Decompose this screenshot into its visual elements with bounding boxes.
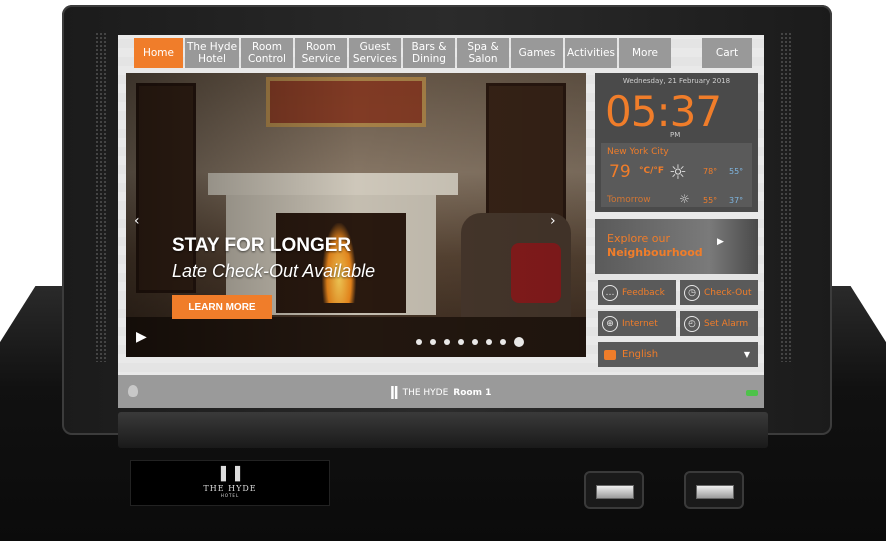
speaker-grille-left — [95, 32, 107, 362]
carousel-dot-active[interactable] — [514, 337, 524, 347]
dock-logo-plate: ▌▐ THE HYDE HOTEL — [130, 460, 330, 506]
weather-widget[interactable]: New York City 79 °C/°F ☼ 78° 55° Tomorro… — [601, 143, 752, 207]
weather-tomorrow-label: Tomorrow — [607, 195, 651, 205]
carousel-dot[interactable] — [458, 339, 464, 345]
weather-units-toggle[interactable]: °C/°F — [639, 166, 664, 176]
status-brand-name: THE HYDE — [402, 387, 449, 398]
carousel-dot[interactable] — [416, 339, 422, 345]
weather-today-low: 55° — [729, 167, 744, 176]
clock-meridiem: PM — [670, 131, 681, 139]
tab-bars-dining[interactable]: Bars & Dining — [403, 38, 455, 68]
clock-time: 05:37 — [605, 87, 722, 136]
internet-button[interactable]: ⊕ Internet — [598, 311, 676, 336]
carousel-dot[interactable] — [486, 339, 492, 345]
weather-city: New York City — [607, 147, 669, 157]
hero-headline: STAY FOR LONGER — [172, 235, 352, 256]
main-nav: Home The Hyde Hotel Room Control Room Se… — [134, 38, 752, 68]
set-alarm-button[interactable]: ◴ Set Alarm — [680, 311, 758, 336]
carousel-dot[interactable] — [430, 339, 436, 345]
tab-hotel[interactable]: The Hyde Hotel — [185, 38, 239, 68]
carousel-dot[interactable] — [472, 339, 478, 345]
language-selected: English — [622, 349, 659, 360]
hyde-logo-icon: ▌▐ — [221, 467, 240, 482]
weather-tomorrow-high: 55° — [703, 196, 718, 205]
tab-activities[interactable]: Activities — [565, 38, 617, 68]
clock-icon: ◷ — [684, 284, 700, 301]
plate-brand: THE HYDE — [203, 484, 257, 493]
tab-home[interactable]: Home — [134, 38, 183, 68]
speaker-grille-right — [780, 32, 792, 362]
sun-icon: ☼ — [679, 192, 690, 206]
plate-sub: HOTEL — [220, 493, 240, 498]
weather-tomorrow-low: 37° — [729, 196, 744, 205]
tab-games[interactable]: Games — [511, 38, 563, 68]
explore-neighbourhood-tile[interactable]: Explore our Neighbourhood ▶ — [595, 219, 758, 274]
clock-date: Wednesday, 21 February 2018 — [622, 77, 731, 85]
carousel-next-icon[interactable]: › — [550, 213, 556, 229]
set-alarm-label: Set Alarm — [704, 318, 749, 329]
tab-guest-services[interactable]: Guest Services — [349, 38, 401, 68]
tab-more[interactable]: More — [619, 38, 671, 68]
tab-room-service[interactable]: Room Service — [295, 38, 347, 68]
play-icon: ▶ — [717, 237, 724, 247]
usb-port-2 — [684, 471, 744, 509]
tab-room-control[interactable]: Room Control — [241, 38, 293, 68]
learn-more-button[interactable]: LEARN MORE — [172, 295, 272, 319]
language-icon — [604, 349, 616, 360]
carousel-dot[interactable] — [500, 339, 506, 345]
status-bar: ǁ THE HYDE Room 1 — [118, 375, 764, 408]
status-brand: ǁ THE HYDE Room 1 — [390, 385, 491, 400]
language-select[interactable]: English ▼ — [598, 342, 758, 367]
feedback-button[interactable]: … Feedback — [598, 280, 676, 305]
explore-line1: Explore our — [607, 232, 670, 245]
tab-cart[interactable]: Cart — [702, 38, 752, 68]
usb-port-1 — [584, 471, 644, 509]
globe-icon: ⊕ — [602, 315, 618, 332]
weather-current-temp: 79 — [609, 162, 631, 182]
clock-widget: Wednesday, 21 February 2018 05:37 PM New… — [595, 73, 758, 212]
status-room: Room 1 — [453, 387, 492, 398]
tablet-screen: Home The Hyde Hotel Room Control Room Se… — [118, 35, 764, 408]
weather-today-high: 78° — [703, 167, 718, 176]
lightbulb-icon[interactable] — [128, 385, 138, 397]
hero-carousel[interactable]: STAY FOR LONGER Late Check-Out Available… — [126, 73, 586, 357]
tab-spa-salon[interactable]: Spa & Salon — [457, 38, 509, 68]
dock-cradle — [118, 412, 768, 448]
hyde-logo-icon: ǁ — [390, 385, 399, 400]
explore-line2: Neighbourhood — [607, 246, 703, 259]
sun-icon: ☼ — [669, 160, 687, 184]
checkout-label: Check-Out — [704, 287, 752, 298]
alarm-icon: ◴ — [684, 315, 700, 332]
hero-subheadline: Late Check-Out Available — [172, 261, 376, 281]
chevron-down-icon: ▼ — [743, 350, 750, 359]
carousel-dots — [416, 337, 524, 347]
internet-label: Internet — [622, 318, 658, 329]
feedback-label: Feedback — [622, 287, 665, 298]
carousel-dot[interactable] — [444, 339, 450, 345]
checkout-button[interactable]: ◷ Check-Out — [680, 280, 758, 305]
carousel-prev-icon[interactable]: ‹ — [134, 213, 140, 229]
chat-icon: … — [602, 284, 618, 301]
carousel-play-icon[interactable]: ▶ — [136, 329, 147, 345]
status-led-icon — [746, 390, 758, 396]
